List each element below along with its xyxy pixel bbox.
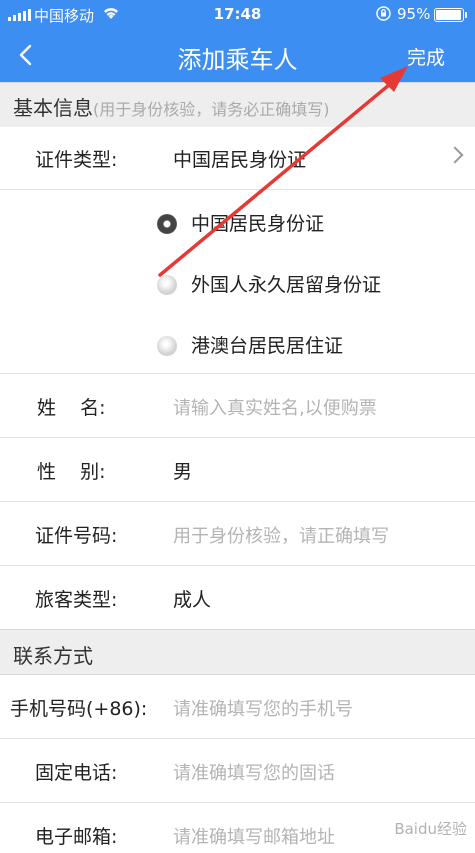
watermark: Baidu经验 [394,820,467,838]
annotation-arrow [158,66,408,277]
